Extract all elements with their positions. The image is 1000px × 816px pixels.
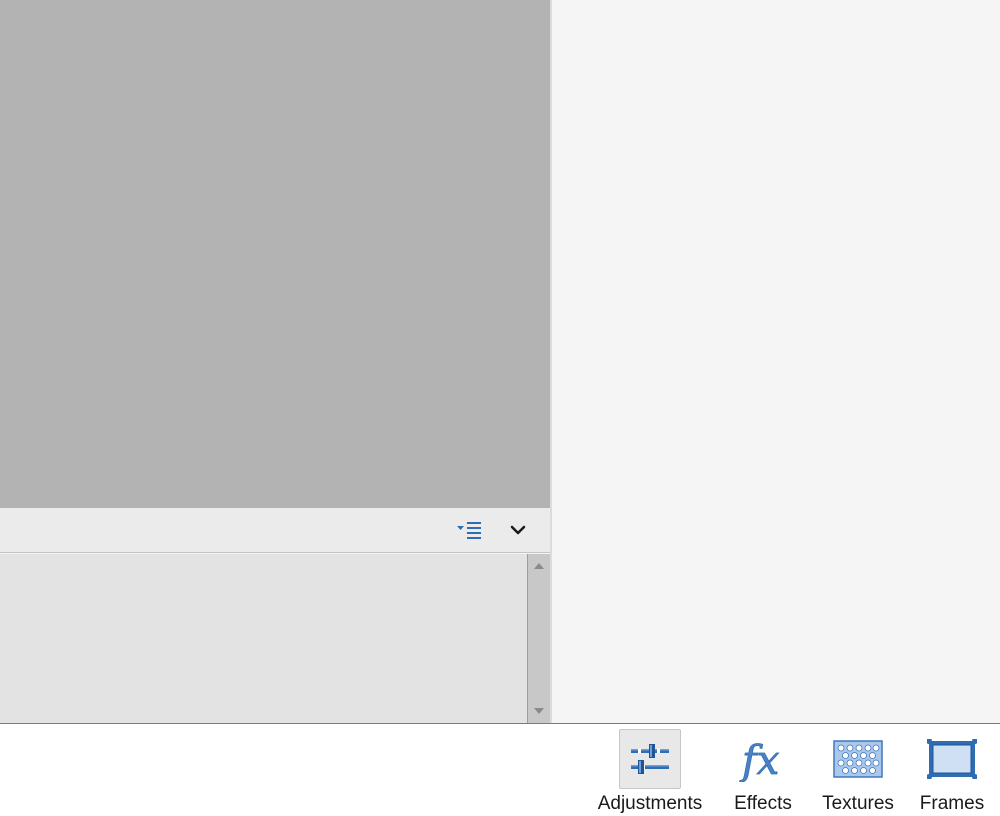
adjustments-label: Adjustments bbox=[597, 793, 703, 814]
photo-editor-window: Adjustments fx Effects Textures Frames bbox=[0, 0, 1000, 816]
image-canvas[interactable] bbox=[0, 0, 550, 508]
thumbnail-scrollbar[interactable] bbox=[528, 554, 550, 723]
effects-icon-box: fx bbox=[732, 729, 794, 789]
frames-icon-box bbox=[921, 729, 983, 789]
sort-button[interactable] bbox=[454, 518, 486, 542]
sliders-icon bbox=[631, 744, 669, 774]
frames-button[interactable]: Frames bbox=[914, 729, 990, 815]
svg-text:fx: fx bbox=[739, 738, 779, 782]
effects-button[interactable]: fx Effects bbox=[728, 729, 798, 815]
thumbnail-panel[interactable] bbox=[0, 554, 528, 723]
collapse-button[interactable] bbox=[504, 518, 532, 542]
filmstrip-toolbar bbox=[0, 508, 550, 553]
chevron-down-icon bbox=[510, 525, 526, 535]
textures-icon-box bbox=[827, 729, 889, 789]
bottom-toolbar: Adjustments fx Effects Textures Frames bbox=[0, 723, 1000, 816]
adjustments-button[interactable]: Adjustments bbox=[592, 729, 708, 815]
frame-icon bbox=[927, 739, 977, 779]
properties-panel bbox=[552, 0, 1000, 723]
scroll-up-button[interactable] bbox=[528, 558, 550, 574]
sort-list-icon bbox=[457, 522, 481, 539]
adjustments-icon-box bbox=[619, 729, 681, 789]
fx-icon: fx bbox=[739, 738, 780, 782]
frames-label: Frames bbox=[919, 793, 985, 814]
textures-label: Textures bbox=[822, 793, 894, 814]
effects-label: Effects bbox=[734, 793, 792, 814]
textures-button[interactable]: Textures bbox=[815, 729, 901, 815]
scroll-up-arrow-icon bbox=[534, 563, 544, 569]
scroll-down-arrow-icon bbox=[534, 708, 544, 714]
scroll-down-button[interactable] bbox=[528, 703, 550, 719]
texture-pattern-icon bbox=[833, 740, 883, 778]
